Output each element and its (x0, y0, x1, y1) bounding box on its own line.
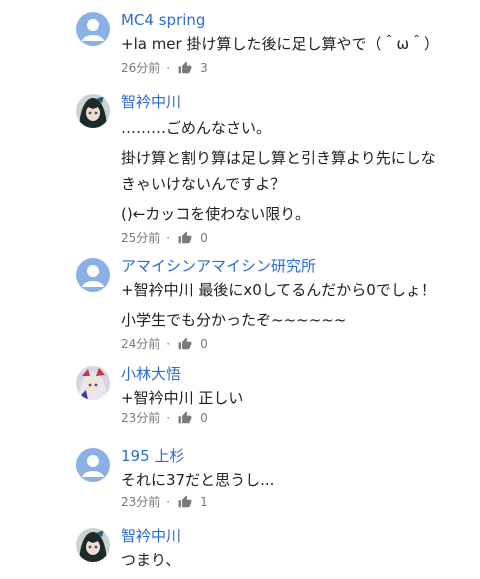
thumbs-up-icon[interactable] (178, 411, 192, 425)
separator-dot: · (166, 411, 171, 425)
comment-item: 195 上杉 それに37だと思うし... 23分前 · 1 (0, 446, 480, 510)
comment-time: 23分前 (121, 495, 161, 509)
comment-item: MC4 spring +la mer 掛け算した後に足し算やで（＾ω＾） 26分… (0, 10, 480, 75)
separator-dot: · (166, 337, 171, 351)
user-avatar[interactable] (76, 94, 110, 128)
thumbs-up-icon[interactable] (178, 61, 192, 75)
comment-time: 26分前 (121, 61, 161, 75)
comment-text: 掛け算と割り算は足し算と引き算より先にしな (121, 149, 436, 167)
comment-author[interactable]: 智衿中川 (121, 92, 472, 112)
comment-author[interactable]: 小林大悟 (121, 364, 472, 384)
comment-time: 24分前 (121, 337, 161, 351)
comment-meta: 23分前 · 0 (121, 410, 472, 426)
like-count: 0 (200, 337, 208, 351)
like-count: 0 (200, 411, 208, 425)
comment-item: 智衿中川 つまり、 (0, 526, 480, 579)
thumbs-up-icon[interactable] (178, 337, 192, 351)
separator-dot: · (166, 495, 171, 509)
default-user-icon (82, 19, 104, 41)
comment-text: つまり、 (121, 551, 181, 569)
comment-author[interactable]: 195 上杉 (121, 446, 472, 466)
comment-text: +智衿中川 正しい (121, 389, 244, 407)
anime-avatar (76, 94, 110, 128)
anime-avatar (76, 528, 110, 562)
comment-author[interactable]: 智衿中川 (121, 526, 472, 546)
separator-dot: · (166, 231, 171, 245)
default-user-icon (82, 265, 104, 287)
comment-time: 25分前 (121, 231, 161, 245)
comment-meta: 23分前 · 1 (121, 494, 472, 510)
comment-text: ()←カッコを使わない限り。 (121, 205, 310, 223)
like-count: 1 (200, 495, 208, 509)
comment-item: 小林大悟 +智衿中川 正しい 23分前 · 0 (0, 364, 480, 426)
like-count: 0 (200, 231, 208, 245)
thumbs-up-icon[interactable] (178, 231, 192, 245)
user-avatar[interactable] (76, 366, 110, 400)
user-avatar[interactable] (76, 258, 110, 292)
anime-avatar (76, 366, 110, 400)
separator-dot: · (166, 61, 171, 75)
comment-text: きゃいけないんですよ？ (121, 175, 286, 193)
comment-text: +la mer 掛け算した後に足し算やで（＾ω＾） (121, 35, 440, 53)
comment-author[interactable]: MC4 spring (121, 10, 472, 30)
comment-text: +智衿中川 最後にx0してるんだから0でしょ！ (121, 281, 436, 299)
comment-meta: 26分前 · 3 (121, 60, 472, 76)
comment-meta: 24分前 · 0 (121, 336, 472, 352)
thumbs-up-icon[interactable] (178, 495, 192, 509)
comment-text: 小学生でも分かったぞ~~~~~~ (121, 311, 347, 329)
like-count: 3 (200, 61, 208, 75)
comment-time: 23分前 (121, 411, 161, 425)
comment-text: ………ごめんなさい。 (121, 119, 272, 137)
comment-author[interactable]: アマイシンアマイシン研究所 (121, 256, 472, 276)
comment-item: 智衿中川 ………ごめんなさい。 掛け算と割り算は足し算と引き算より先にしな きゃ… (0, 92, 480, 245)
user-avatar[interactable] (76, 448, 110, 482)
comment-text: それに37だと思うし... (121, 471, 275, 489)
user-avatar[interactable] (76, 528, 110, 562)
comment-meta: 25分前 · 0 (121, 230, 472, 246)
user-avatar[interactable] (76, 12, 110, 46)
default-user-icon (82, 455, 104, 477)
comment-item: アマイシンアマイシン研究所 +智衿中川 最後にx0してるんだから0でしょ！ 小学… (0, 256, 480, 351)
